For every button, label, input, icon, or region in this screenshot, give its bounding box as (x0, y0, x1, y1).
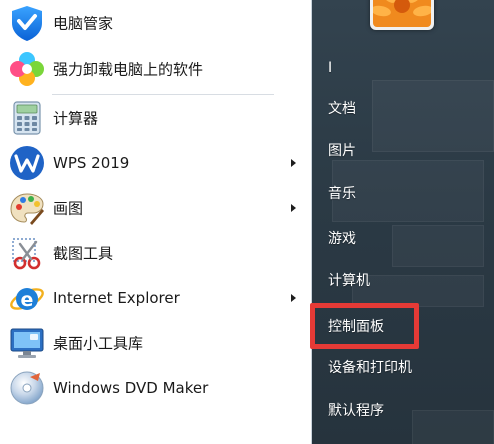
place-item-pictures[interactable]: 图片 (312, 132, 494, 168)
program-item-dvd-maker[interactable]: Windows DVD Maker (0, 368, 310, 408)
place-item-documents[interactable]: 文档 (312, 90, 494, 126)
place-item-user-folder[interactable]: I (312, 50, 494, 86)
program-item-calculator[interactable]: 计算器 (0, 98, 310, 138)
wps-office-icon (10, 146, 44, 180)
program-label: WPS 2019 (53, 154, 130, 172)
submenu-arrow-icon (291, 159, 296, 167)
program-label: Windows DVD Maker (53, 379, 209, 397)
place-label: 计算机 (328, 273, 370, 289)
place-label: 设备和打印机 (328, 360, 412, 376)
place-label: 默认程序 (328, 403, 384, 419)
program-item-internet-explorer[interactable]: e Internet Explorer (0, 278, 310, 318)
place-label: I (328, 60, 333, 76)
program-label: 截图工具 (53, 244, 114, 263)
program-label: 桌面小工具库 (53, 334, 144, 353)
program-list-pane: 电脑管家 强力卸载电脑上的软件 计算器 WPS 2019 画图 截图工具 e I… (0, 0, 312, 444)
place-label: 图片 (328, 143, 356, 159)
program-list-separator (52, 94, 274, 95)
program-label: 计算器 (53, 109, 99, 128)
uninstall-clover-icon (10, 52, 44, 86)
dvd-maker-icon (10, 371, 44, 405)
snipping-tool-scissors-icon (12, 238, 41, 270)
user-account-picture[interactable] (370, 0, 434, 30)
program-item-desktop-gadgets[interactable]: 桌面小工具库 (0, 323, 310, 363)
program-item-wps[interactable]: WPS 2019 (0, 143, 310, 183)
place-label: 音乐 (328, 186, 356, 202)
internet-explorer-icon: e (10, 288, 44, 311)
program-item-paint[interactable]: 画图 (0, 188, 310, 228)
place-item-default-programs[interactable]: 默认程序 (312, 392, 494, 428)
submenu-arrow-icon (291, 294, 296, 302)
place-label: 游戏 (328, 231, 356, 247)
place-item-devices-and-printers[interactable]: 设备和打印机 (312, 349, 494, 385)
program-label: 电脑管家 (53, 14, 114, 33)
desktop-gadgets-icon (10, 328, 44, 358)
place-item-games[interactable]: 游戏 (312, 220, 494, 256)
place-label: 文档 (328, 101, 356, 117)
start-menu: 电脑管家 强力卸载电脑上的软件 计算器 WPS 2019 画图 截图工具 e I… (0, 0, 494, 444)
program-item-uninstaller[interactable]: 强力卸载电脑上的软件 (0, 49, 310, 89)
place-item-music[interactable]: 音乐 (312, 175, 494, 211)
submenu-arrow-icon (291, 204, 296, 212)
program-label: 强力卸载电脑上的软件 (53, 60, 204, 79)
paint-palette-icon (10, 193, 44, 225)
flower-picture-icon (373, 0, 431, 27)
place-item-computer[interactable]: 计算机 (312, 262, 494, 298)
program-item-snipping-tool[interactable]: 截图工具 (0, 233, 310, 273)
program-label: 画图 (53, 199, 84, 218)
program-label: Internet Explorer (53, 289, 180, 307)
program-item-pc-manager[interactable]: 电脑管家 (0, 3, 310, 43)
calculator-icon (13, 101, 41, 135)
tencent-pc-manager-shield-icon (12, 6, 42, 41)
svg-text:e: e (21, 289, 34, 311)
control-panel-highlight-box (310, 303, 419, 349)
